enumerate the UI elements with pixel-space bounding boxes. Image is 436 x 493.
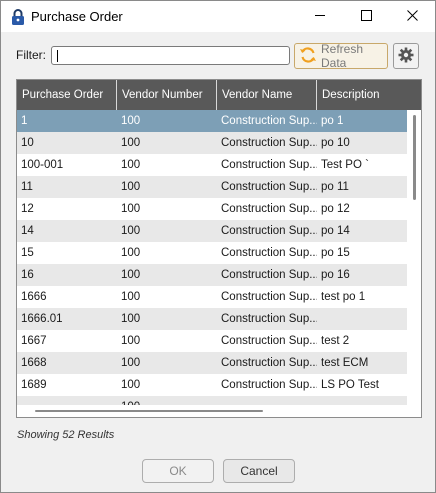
vendor-number-cell: 100 <box>121 291 141 303</box>
purchase-order-cell: 1666.01 <box>21 313 63 325</box>
maximize-icon <box>360 9 372 24</box>
refresh-icon <box>299 46 317 67</box>
vendor-name-cell: Construction Sup... <box>221 291 317 303</box>
text-caret <box>57 50 58 62</box>
refresh-data-label: Refresh Data <box>321 42 364 70</box>
table-row[interactable]: 1666 100 Construction Sup... test po 1 <box>17 286 407 308</box>
description-cell: po 16 <box>321 269 350 281</box>
ok-button[interactable]: OK <box>142 459 214 483</box>
vertical-scrollbar[interactable] <box>407 110 421 405</box>
vendor-number-cell: 100 <box>121 225 141 237</box>
table-row[interactable]: 10 100 Construction Sup... po 10 <box>17 132 407 154</box>
title-bar[interactable]: Purchase Order <box>1 1 435 32</box>
vendor-number-cell: 100 <box>121 357 141 369</box>
description-cell: po 11 <box>321 181 349 193</box>
description-cell <box>317 308 407 330</box>
minimize-button[interactable] <box>297 1 343 32</box>
purchase-order-cell: 16 <box>21 269 34 281</box>
horizontal-scrollbar[interactable] <box>17 405 421 417</box>
column-header-purchase-order[interactable]: Purchase Order <box>17 80 117 110</box>
filter-input[interactable] <box>51 46 290 65</box>
close-button[interactable] <box>389 1 435 32</box>
vendor-name-cell: Construction Sup... <box>221 159 317 171</box>
purchase-order-dialog: Purchase Order Filter: Refresh Data Purc… <box>0 0 436 493</box>
column-header-vendor-number[interactable]: Vendor Number <box>117 80 217 110</box>
vendor-number-cell: 100 <box>121 159 141 171</box>
column-header-description[interactable]: Description <box>317 80 421 110</box>
purchase-order-cell: 15 <box>21 247 34 259</box>
purchase-order-cell: 11 <box>21 181 33 193</box>
vendor-name-cell: Construction Sup... <box>221 357 317 369</box>
description-cell: LS PO Test <box>321 379 379 391</box>
description-cell: po 12 <box>321 203 350 215</box>
gear-icon <box>398 47 414 66</box>
description-cell: test po 1 <box>321 291 366 303</box>
vendor-number-cell: 100 <box>121 247 141 259</box>
table-row[interactable]: 1666.01 100 Construction Sup... <box>17 308 407 330</box>
vendor-name-cell: Construction Sup... <box>221 203 317 215</box>
table-row[interactable]: 1689 100 Construction Sup... LS PO Test <box>17 374 407 396</box>
vendor-number-cell: 100 <box>121 269 141 281</box>
description-cell: po 14 <box>321 225 350 237</box>
vendor-name-cell: Construction Sup... <box>221 269 317 281</box>
close-icon <box>406 9 418 24</box>
results-count: Showing 52 Results <box>17 429 115 441</box>
minimize-icon <box>314 10 326 24</box>
grid-header: Purchase Order Vendor Number Vendor Name… <box>17 80 421 110</box>
table-row[interactable]: 1668 100 Construction Sup... test ECM <box>17 352 407 374</box>
cancel-button[interactable]: Cancel <box>223 459 295 483</box>
maximize-button[interactable] <box>343 1 389 32</box>
table-row[interactable]: 12 100 Construction Sup... po 12 <box>17 198 407 220</box>
purchase-order-cell: 1667 <box>21 335 47 347</box>
vendor-number-cell: 100 <box>121 137 141 149</box>
vendor-name-cell: Construction Sup... <box>221 225 317 237</box>
description-cell: po 10 <box>321 137 350 149</box>
filter-label: Filter: <box>16 48 46 62</box>
table-row[interactable]: 14 100 Construction Sup... po 14 <box>17 220 407 242</box>
vendor-name-cell: Construction Sup... <box>221 247 317 259</box>
purchase-order-cell: 14 <box>21 225 34 237</box>
vendor-name-cell: Construction Sup... <box>221 313 317 325</box>
description-cell: test 2 <box>321 335 350 347</box>
vendor-number-cell: 100 <box>121 379 141 391</box>
purchase-order-cell: 1668 <box>21 357 47 369</box>
vendor-name-cell: Construction Sup... <box>221 115 317 127</box>
description-cell: po 15 <box>321 247 350 259</box>
vendor-number-cell: 100 <box>121 115 141 127</box>
grid-rows: 1 100 Construction Sup... po 1 10 100 Construc… <box>17 110 407 417</box>
table-row[interactable]: 1 100 Construction Sup... po 1 <box>17 110 407 132</box>
purchase-order-cell: 12 <box>21 203 34 215</box>
purchase-order-cell: 1666 <box>21 291 47 303</box>
purchase-order-grid[interactable]: Purchase Order Vendor Number Vendor Name… <box>16 79 422 418</box>
vendor-name-cell: Construction Sup... <box>221 335 317 347</box>
purchase-order-cell: 100-001 <box>21 159 64 171</box>
purchase-order-cell: 10 <box>21 137 34 149</box>
settings-button[interactable] <box>393 43 419 69</box>
table-row[interactable]: 1667 100 Construction Sup... test 2 <box>17 330 407 352</box>
purchase-order-cell: 1 <box>21 115 28 127</box>
lock-icon <box>11 8 25 26</box>
purchase-order-cell: 1689 <box>21 379 47 391</box>
table-row[interactable]: 100-001 100 Construction Sup... Test PO ` <box>17 154 407 176</box>
vendor-number-cell: 100 <box>121 335 141 347</box>
refresh-data-button[interactable]: Refresh Data <box>294 42 388 70</box>
vertical-scrollbar-thumb[interactable] <box>413 115 416 200</box>
vendor-number-cell: 100 <box>121 203 141 215</box>
vendor-name-cell: Construction Sup... <box>221 137 317 149</box>
column-header-vendor-name[interactable]: Vendor Name <box>217 80 317 110</box>
table-row[interactable]: 16 100 Construction Sup... po 16 <box>17 264 407 286</box>
vendor-number-cell: 100 <box>121 313 141 325</box>
window-title: Purchase Order <box>31 9 123 24</box>
vendor-number-cell: 100 <box>121 181 141 193</box>
table-row[interactable]: 11 100 Construction Sup... po 11 <box>17 176 407 198</box>
description-cell: test ECM <box>321 357 369 369</box>
horizontal-scrollbar-thumb[interactable] <box>35 410 263 412</box>
description-cell: po 1 <box>321 115 344 127</box>
description-cell: Test PO ` <box>321 159 369 171</box>
vendor-name-cell: Construction Sup... <box>221 181 317 193</box>
vendor-name-cell: Construction Sup... <box>221 379 317 391</box>
table-row[interactable]: 15 100 Construction Sup... po 15 <box>17 242 407 264</box>
